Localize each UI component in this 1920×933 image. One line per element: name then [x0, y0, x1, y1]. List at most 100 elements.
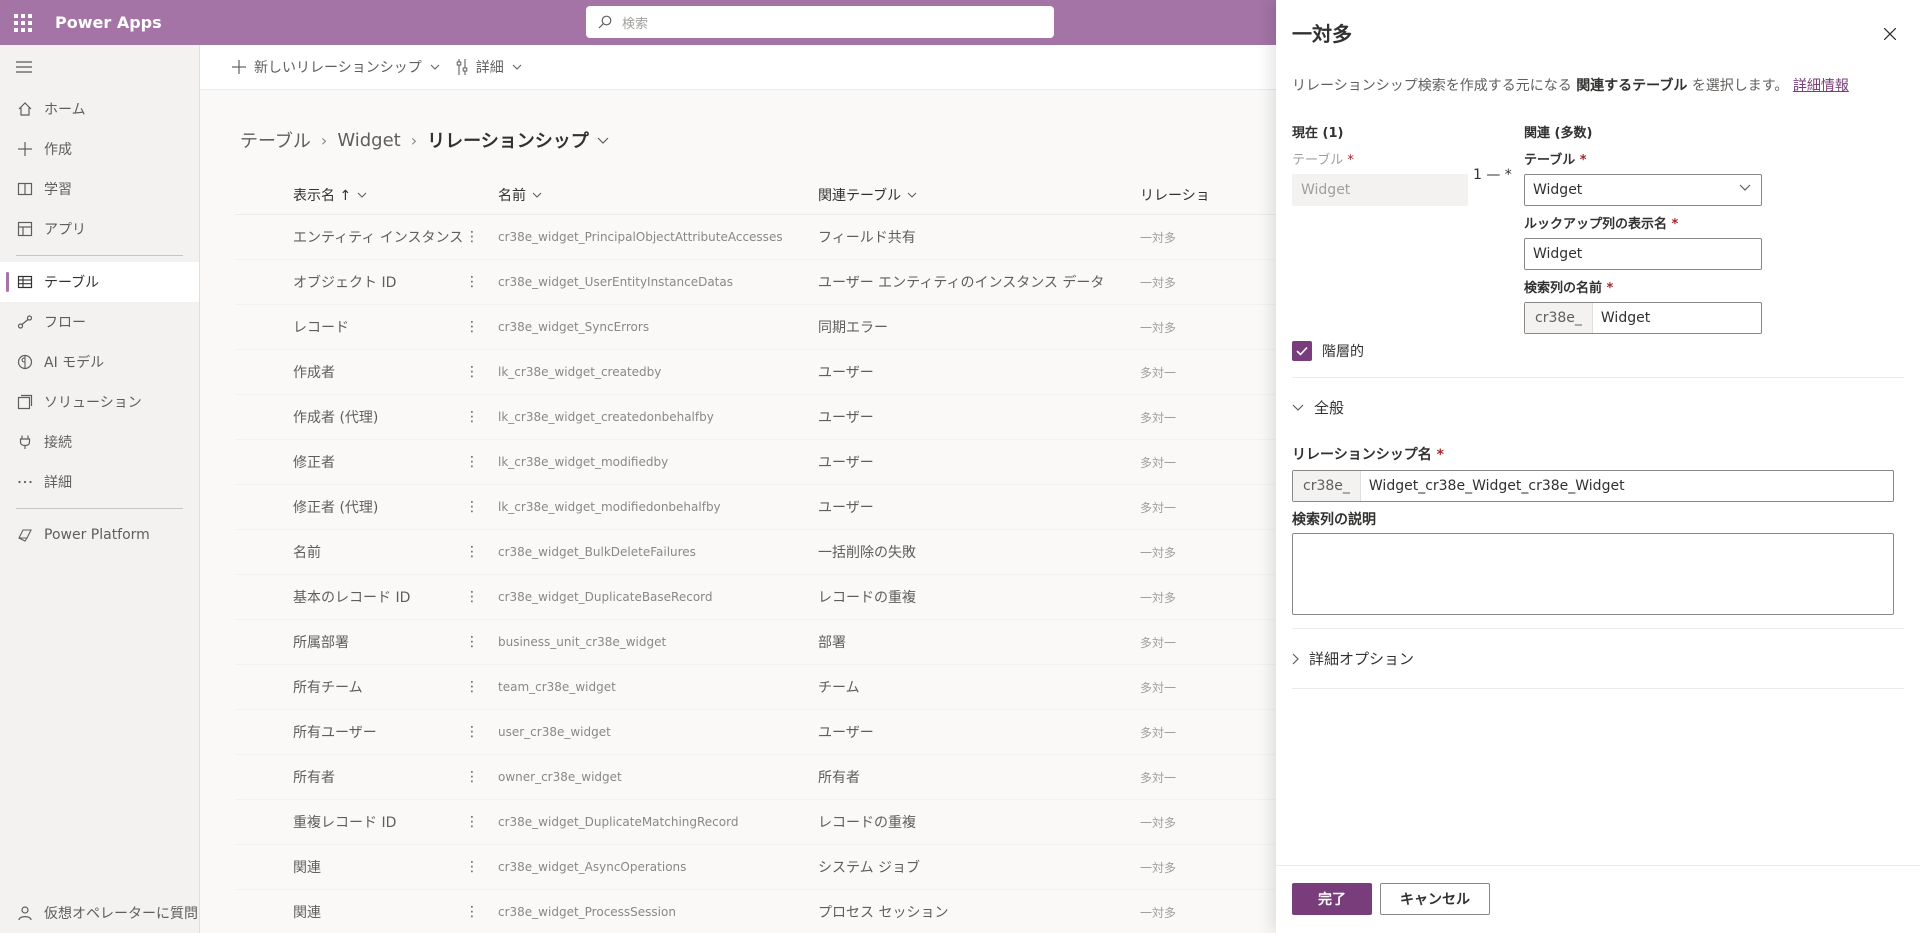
column-header-related-table[interactable]: 関連テーブル	[818, 185, 1140, 205]
lookup-display-input[interactable]: Widget	[1524, 238, 1762, 270]
row-more-button[interactable]: ⋮	[465, 679, 498, 695]
nav-item-power-platform[interactable]: Power Platform	[0, 515, 199, 555]
more-vertical-icon: ⋮	[465, 364, 479, 380]
table-row[interactable]: 所有チーム ⋮ team_cr38e_widget チーム 多対一	[235, 665, 1276, 710]
nav-item-flows[interactable]: フロー	[0, 302, 199, 342]
nav-item-apps[interactable]: アプリ	[0, 209, 199, 249]
lookup-desc-textarea[interactable]	[1292, 533, 1894, 615]
cell-display-name[interactable]: 関連	[235, 857, 465, 877]
cell-display-name[interactable]: 所有者	[235, 767, 465, 787]
lookup-name-input[interactable]: cr38e_ Widget	[1524, 302, 1762, 334]
table-row[interactable]: 所有ユーザー ⋮ user_cr38e_widget ユーザー 多対一	[235, 710, 1276, 755]
row-more-button[interactable]: ⋮	[465, 904, 498, 920]
row-more-button[interactable]: ⋮	[465, 499, 498, 515]
row-more-button[interactable]: ⋮	[465, 724, 498, 740]
row-more-button[interactable]: ⋮	[465, 859, 498, 875]
cell-display-name[interactable]: 所有ユーザー	[235, 722, 465, 742]
close-button[interactable]	[1880, 24, 1900, 44]
cell-display-name[interactable]: 関連	[235, 902, 465, 922]
row-more-button[interactable]: ⋮	[465, 409, 498, 425]
table-row[interactable]: オブジェクト ID ⋮ cr38e_widget_UserEntityInstanc…	[235, 260, 1276, 305]
column-header-relationship-type[interactable]: リレーショ	[1140, 185, 1276, 205]
nav-item-home[interactable]: ホーム	[0, 89, 199, 129]
table-row[interactable]: 修正者 (代理) ⋮ lk_cr38e_widget_modifiedonbehal…	[235, 485, 1276, 530]
app-name[interactable]: Power Apps	[55, 13, 162, 32]
collapse-nav-button[interactable]	[0, 45, 199, 89]
apps-icon	[16, 220, 34, 238]
table-row[interactable]: 修正者 ⋮ lk_cr38e_widget_modifiedby ユーザー 多対一	[235, 440, 1276, 485]
relationship-name-input[interactable]: cr38e_ Widget_cr38e_Widget_cr38e_Widget	[1292, 470, 1894, 502]
nav-item-tables[interactable]: テーブル	[0, 262, 199, 302]
cell-name: cr38e_widget_DuplicateMatchingRecord	[498, 815, 739, 829]
cell-display-name[interactable]: 修正者	[235, 452, 465, 472]
table-row[interactable]: 作成者 (代理) ⋮ lk_cr38e_widget_createdonbehalf…	[235, 395, 1276, 440]
breadcrumb-relationships[interactable]: リレーションシップ	[427, 127, 589, 153]
nav-item-learn[interactable]: 学習	[0, 169, 199, 209]
table-row[interactable]: 所有者 ⋮ owner_cr38e_widget 所有者 多対一	[235, 755, 1276, 800]
row-more-button[interactable]: ⋮	[465, 229, 498, 245]
table-row[interactable]: エンティティ インスタンス ⋮ cr38e_widget_PrincipalObje…	[235, 215, 1276, 260]
chevron-down-icon	[1739, 184, 1751, 191]
table-row[interactable]: レコード ⋮ cr38e_widget_SyncErrors 同期エラー 一対多	[235, 305, 1276, 350]
cell-display-name[interactable]: オブジェクト ID	[235, 272, 465, 292]
cell-display-name[interactable]: レコード	[235, 317, 465, 337]
learn-more-link[interactable]: 詳細情報	[1793, 78, 1849, 94]
cell-display-name[interactable]: 修正者 (代理)	[235, 497, 465, 517]
table-row[interactable]: 関連 ⋮ cr38e_widget_ProcessSession プロセス セッション…	[235, 890, 1276, 933]
cell-relationship-type: 多対一	[1140, 410, 1177, 425]
breadcrumb-tables[interactable]: テーブル	[240, 127, 311, 153]
chevron-down-icon[interactable]	[597, 137, 609, 144]
cell-display-name[interactable]: 重複レコード ID	[235, 812, 465, 832]
cell-display-name[interactable]: 名前	[235, 542, 465, 562]
related-table-dropdown[interactable]: Widget	[1524, 174, 1762, 206]
breadcrumb-widget[interactable]: Widget	[337, 130, 400, 151]
column-header-display-name[interactable]: 表示名 ↑	[235, 185, 465, 205]
details-button[interactable]: 詳細	[456, 57, 522, 77]
row-more-button[interactable]: ⋮	[465, 364, 498, 380]
nav-label: 作成	[44, 142, 72, 158]
table-row[interactable]: 基本のレコード ID ⋮ cr38e_widget_DuplicateBaseRec…	[235, 575, 1276, 620]
row-more-button[interactable]: ⋮	[465, 634, 498, 650]
cell-display-name[interactable]: 作成者	[235, 362, 465, 382]
row-more-button[interactable]: ⋮	[465, 274, 498, 290]
nav-item-ai-models[interactable]: AI モデル	[0, 342, 199, 382]
cell-display-name[interactable]: エンティティ インスタンス	[235, 227, 465, 247]
table-row[interactable]: 作成者 ⋮ lk_cr38e_widget_createdby ユーザー 多対一	[235, 350, 1276, 395]
search-box[interactable]: 検索	[586, 6, 1054, 38]
left-navigation: ホーム 作成 学習 アプリ テーブル フロー AI モデル ソリューション 接続…	[0, 45, 200, 933]
table-row[interactable]: 所属部署 ⋮ business_unit_cr38e_widget 部署 多対一	[235, 620, 1276, 665]
column-header-name[interactable]: 名前	[498, 185, 818, 205]
new-relationship-button[interactable]: 新しいリレーションシップ	[232, 57, 440, 77]
nav-divider	[16, 508, 183, 509]
row-more-button[interactable]: ⋮	[465, 589, 498, 605]
cell-display-name[interactable]: 基本のレコード ID	[235, 587, 465, 607]
table-row[interactable]: 関連 ⋮ cr38e_widget_AsyncOperations システム ジョブ 一…	[235, 845, 1276, 890]
nav-item-solutions[interactable]: ソリューション	[0, 382, 199, 422]
cancel-button[interactable]: キャンセル	[1380, 883, 1490, 915]
row-more-button[interactable]: ⋮	[465, 814, 498, 830]
row-more-button[interactable]: ⋮	[465, 769, 498, 785]
cell-relationship-type: 一対多	[1140, 320, 1177, 335]
cell-display-name[interactable]: 所有チーム	[235, 677, 465, 697]
app-launcher-button[interactable]	[0, 0, 45, 45]
nav-label: ソリューション	[44, 395, 142, 411]
cell-display-name[interactable]: 所属部署	[235, 632, 465, 652]
row-more-button[interactable]: ⋮	[465, 454, 498, 470]
table-row[interactable]: 重複レコード ID ⋮ cr38e_widget_DuplicateMatching…	[235, 800, 1276, 845]
row-more-button[interactable]: ⋮	[465, 544, 498, 560]
hierarchical-checkbox[interactable]: 階層的	[1292, 341, 1364, 361]
checkmark-icon	[1292, 341, 1312, 361]
nav-item-more[interactable]: 詳細	[0, 462, 199, 502]
general-section-toggle[interactable]: 全般	[1292, 397, 1344, 418]
nav-item-create[interactable]: 作成	[0, 129, 199, 169]
row-more-button[interactable]: ⋮	[465, 319, 498, 335]
more-vertical-icon: ⋮	[465, 589, 479, 605]
section-label: 詳細オプション	[1309, 650, 1415, 668]
plus-icon	[16, 140, 34, 158]
advanced-options-toggle[interactable]: 詳細オプション	[1292, 648, 1414, 669]
done-button[interactable]: 完了	[1292, 883, 1372, 915]
table-row[interactable]: 名前 ⋮ cr38e_widget_BulkDeleteFailures 一括削除の失…	[235, 530, 1276, 575]
nav-item-virtual-agent[interactable]: 仮想オペレーターに質問	[0, 893, 199, 933]
nav-item-connections[interactable]: 接続	[0, 422, 199, 462]
cell-display-name[interactable]: 作成者 (代理)	[235, 407, 465, 427]
